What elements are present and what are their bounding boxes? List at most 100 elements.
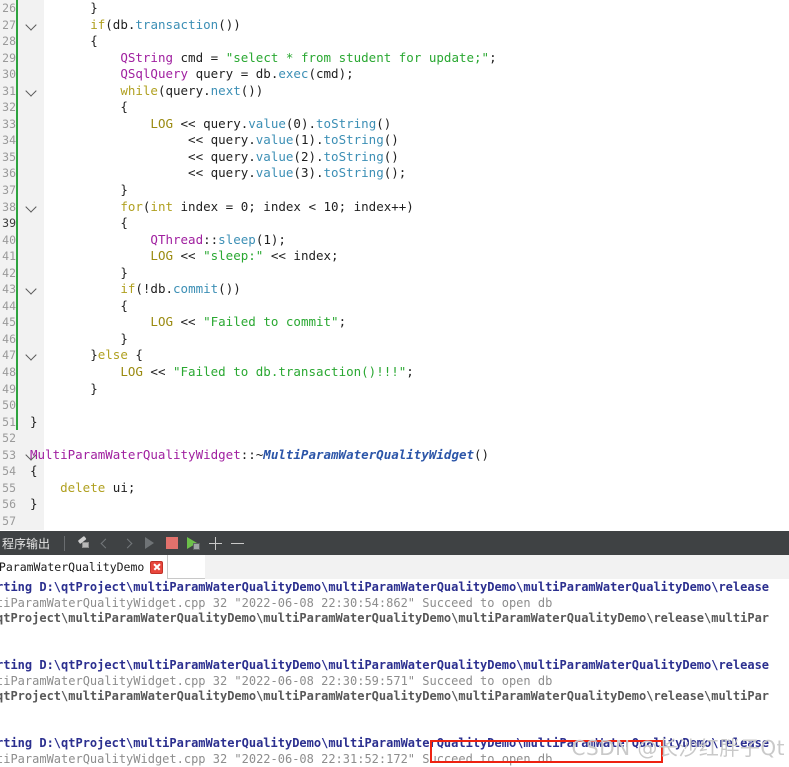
code-token: (query.: [157, 82, 211, 98]
clear-output-button[interactable]: [73, 532, 94, 554]
zoom-out-button[interactable]: [227, 532, 248, 554]
code-text: }: [30, 414, 38, 431]
code-token: ()): [240, 82, 264, 98]
code-line[interactable]: 51}: [0, 413, 789, 431]
code-token: delete: [60, 479, 106, 495]
code-line[interactable]: 50: [0, 397, 789, 414]
code-line[interactable]: 30 QSqlQuery query = db.exec(cmd);: [0, 66, 789, 83]
code-token: <<: [173, 314, 204, 330]
code-line[interactable]: 44 {: [0, 297, 789, 315]
code-token: if: [90, 16, 106, 32]
next-item-button[interactable]: [117, 532, 138, 554]
code-token: QSqlQuery: [120, 66, 189, 82]
code-line[interactable]: 39 {: [0, 215, 789, 232]
code-token: "Failed to commit": [203, 314, 339, 330]
code-line[interactable]: 26 }: [0, 0, 789, 17]
code-text: }else {: [30, 347, 143, 364]
line-number: 48: [0, 364, 16, 381]
code-token: << query.: [188, 148, 256, 164]
code-line[interactable]: 47 }else {: [0, 347, 789, 365]
code-line[interactable]: 29 QString cmd = "select * from student …: [0, 49, 789, 67]
line-number: 52: [0, 430, 16, 447]
code-text: LOG << "sleep:" << index;: [30, 248, 339, 265]
log-blank-line: [0, 705, 789, 721]
code-text: {: [30, 33, 98, 50]
code-token: if: [120, 281, 136, 297]
code-token: << index;: [263, 248, 339, 264]
code-line[interactable]: 42 }: [0, 264, 789, 282]
code-lines-container[interactable]: 26 } 27 if(db.transaction()) 28 {29 QStrin…: [0, 0, 789, 530]
code-token: next: [210, 82, 241, 98]
line-number: 47: [0, 347, 16, 365]
output-tab-active[interactable]: iParamWaterQualityDemo: [0, 555, 169, 579]
code-token: }: [120, 330, 128, 346]
line-number: 56: [0, 496, 16, 513]
code-token: {: [127, 347, 143, 363]
code-line[interactable]: 31 while(query.next()): [0, 82, 789, 100]
line-number: 45: [0, 314, 16, 331]
zoom-in-button[interactable]: [205, 532, 226, 554]
code-line[interactable]: 49 }: [0, 380, 789, 398]
code-token: }: [90, 347, 98, 363]
code-token: value: [255, 148, 294, 164]
code-token: ;: [406, 364, 414, 380]
code-line[interactable]: 45 LOG << "Failed to commit";: [0, 314, 789, 331]
code-token: cmd =: [173, 49, 226, 65]
code-line[interactable]: 41 LOG << "sleep:" << index;: [0, 248, 789, 265]
run-debug-button[interactable]: [183, 532, 204, 554]
broom-icon: [77, 535, 91, 550]
code-line[interactable]: 57: [0, 512, 789, 530]
code-line[interactable]: 37 }: [0, 182, 789, 199]
code-text: if(db.transaction()): [30, 17, 241, 34]
code-text: {: [30, 99, 128, 116]
minus-icon: [231, 537, 245, 550]
code-editor[interactable]: 26 } 27 if(db.transaction()) 28 {29 QStrin…: [0, 0, 789, 531]
log-line: rting D:\qtProject\multiParamWaterQualit…: [0, 580, 770, 594]
code-token: << query.: [188, 165, 256, 181]
code-line[interactable]: 54 {: [0, 463, 789, 480]
run-button[interactable]: [139, 532, 160, 554]
code-line[interactable]: 40 QThread::sleep(1);: [0, 231, 789, 249]
code-line[interactable]: 34 << query.value(1).toString(): [0, 132, 789, 149]
code-token: exec: [278, 66, 309, 82]
line-number: 29: [0, 49, 16, 67]
chevron-right-icon: [122, 538, 133, 548]
code-line[interactable]: 46 }: [0, 330, 789, 348]
code-line[interactable]: 55 delete ui;: [0, 479, 789, 497]
code-line[interactable]: 28 {: [0, 33, 789, 50]
stop-button[interactable]: [161, 532, 182, 554]
code-token: else: [97, 347, 128, 363]
code-token: value: [255, 132, 294, 148]
code-text: delete ui;: [30, 480, 135, 497]
line-number: 40: [0, 231, 16, 249]
prev-item-button[interactable]: [95, 532, 116, 554]
code-line[interactable]: 52: [0, 430, 789, 447]
code-token: MultiParamWaterQualityWidget: [30, 446, 241, 462]
code-token: (): [383, 148, 399, 164]
code-line[interactable]: 38 for(int index = 0; index < 10; index+…: [0, 198, 789, 216]
code-line[interactable]: 53 MultiParamWaterQualityWidget::~MultiPa…: [0, 446, 789, 464]
code-line[interactable]: 36 << query.value(3).toString();: [0, 165, 789, 183]
line-number: 34: [0, 132, 16, 149]
output-pane-title: 程序输出: [2, 536, 51, 551]
code-line[interactable]: 56}: [0, 496, 789, 513]
code-text: LOG << query.value(0).toString(): [30, 116, 391, 133]
code-line[interactable]: 27 if(db.transaction()): [0, 16, 789, 34]
code-token: while: [120, 82, 158, 98]
code-text: QString cmd = "select * from student for…: [30, 49, 496, 67]
line-number: 30: [0, 66, 16, 83]
code-token: for: [120, 198, 143, 214]
code-line[interactable]: 43 if(!db.commit()): [0, 281, 789, 298]
code-line[interactable]: 32 {: [0, 99, 789, 116]
code-token: {: [30, 463, 38, 479]
code-line[interactable]: 35 << query.value(2).toString(): [0, 148, 789, 166]
tab-bar-filler: [205, 555, 789, 579]
line-number: 43: [0, 281, 16, 298]
code-line[interactable]: 48 LOG << "Failed to db.transaction()!!!…: [0, 364, 789, 381]
code-text: LOG << "Failed to commit";: [30, 314, 346, 331]
code-line[interactable]: 33 LOG << query.value(0).toString(): [0, 115, 789, 133]
close-icon[interactable]: [150, 560, 164, 574]
log-line: qtProject\multiParamWaterQualityDemo\mul…: [0, 689, 770, 704]
code-text: QSqlQuery query = db.exec(cmd);: [30, 66, 353, 83]
code-token: toString: [323, 165, 384, 181]
